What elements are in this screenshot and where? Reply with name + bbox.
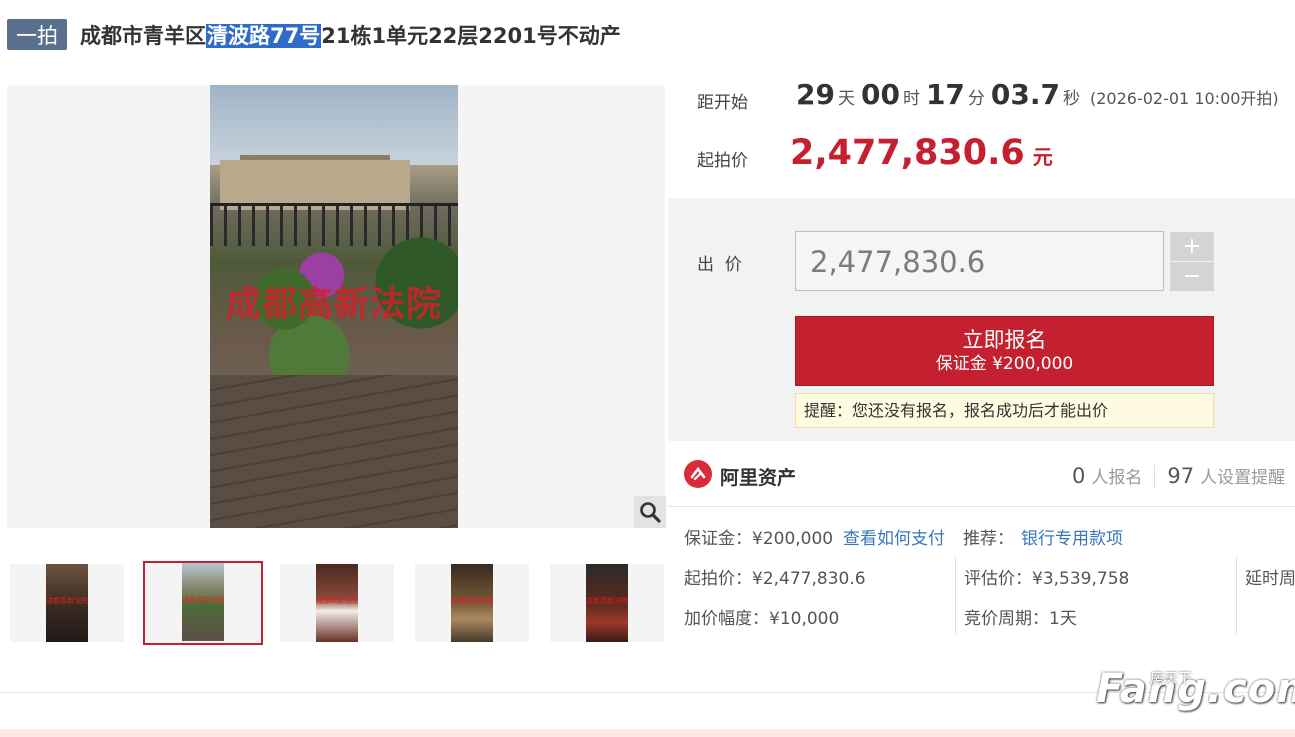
seconds-unit: 秒	[1063, 89, 1080, 109]
thumbnail-watermark: 成都高新法院	[182, 596, 224, 604]
title-prefix: 成都市青羊区	[80, 24, 206, 48]
signup-button[interactable]: 立即报名 保证金 ¥200,000	[795, 316, 1214, 386]
delay-period-label: 延时周	[1245, 569, 1295, 589]
detail-divider	[1236, 556, 1237, 634]
thumbnail-4[interactable]: 成都高新法院	[415, 564, 529, 642]
recommend-link[interactable]: 银行专用款项	[1021, 524, 1123, 549]
countdown-days: 29	[796, 78, 835, 111]
deposit-label: 保证金：	[684, 529, 752, 549]
minutes-unit: 分	[967, 89, 985, 109]
hours-unit: 时	[902, 89, 920, 109]
organizer-name[interactable]: 阿里资产	[720, 463, 796, 490]
start-price-amount: 2,477,830.6	[790, 133, 1025, 173]
thumbnail-3[interactable]: 成都高新法院	[280, 564, 394, 642]
start-price-detail: 起拍价：¥2,477,830.6	[684, 564, 866, 589]
signup-reminder-tip: 提醒：您还没有报名，报名成功后才能出价	[795, 393, 1214, 428]
deposit-value: ¥200,000	[752, 529, 834, 549]
bid-amount-input[interactable]: 2,477,830.6	[795, 231, 1164, 291]
thumbnail-watermark: 成都高新法院	[586, 597, 628, 605]
start-time-note: (2026-02-01 10:00开拍)	[1090, 89, 1279, 108]
bidding-period-value: 1天	[1049, 609, 1077, 629]
deposit-detail: 保证金：¥200,000	[684, 524, 833, 549]
countdown-label: 距开始	[697, 93, 748, 113]
fang-watermark-logo: Fang.com	[1096, 666, 1295, 712]
countdown-hours: 00	[860, 78, 900, 111]
days-unit: 天	[837, 89, 855, 109]
footer-band	[0, 729, 1295, 737]
ali-assets-logo-icon	[684, 460, 712, 488]
bidding-period-label: 竞价周期：	[964, 609, 1049, 629]
photo-watermark: 成都高新法院	[225, 285, 442, 325]
signup-count-label: 人报名	[1091, 468, 1143, 488]
start-price-detail-value: ¥2,477,830.6	[752, 569, 866, 589]
bid-label: 出 价	[697, 255, 742, 275]
increment-detail: 加价幅度：¥10,000	[684, 604, 839, 629]
how-to-pay-link[interactable]: 查看如何支付	[843, 524, 945, 549]
signup-count: 0	[1072, 464, 1086, 488]
thumbnail-2-selected[interactable]: 成都高新法院	[143, 561, 263, 645]
start-price-detail-label: 起拍价：	[684, 569, 752, 589]
countdown-minutes: 17	[925, 78, 965, 111]
page-title: 成都市青羊区清波路77号21栋1单元22层2201号不动产	[80, 20, 621, 52]
title-suffix: 21栋1单元22层2201号不动产	[321, 24, 621, 48]
start-price-unit: 元	[1032, 145, 1053, 169]
zoom-button[interactable]	[634, 496, 666, 528]
title-highlighted-text: 清波路77号	[206, 24, 322, 48]
start-price-label: 起拍价	[697, 151, 748, 171]
evaluation-price-detail: 评估价：¥3,539,758	[964, 564, 1129, 589]
increment-value: ¥10,000	[769, 609, 840, 629]
auction-round-badge: 一拍	[7, 19, 67, 50]
thumbnail-5[interactable]: 成都高新法院	[550, 564, 664, 642]
remind-count: 97	[1167, 464, 1195, 488]
evaluation-label: 评估价：	[964, 569, 1032, 589]
decrease-bid-button[interactable]: −	[1170, 262, 1214, 291]
interest-counts: 0 人报名 97 人设置提醒	[1072, 463, 1285, 489]
bidding-period-detail: 竞价周期：1天	[964, 604, 1077, 629]
remind-count-label: 人设置提醒	[1200, 468, 1286, 488]
thumbnail-1[interactable]: 成都高新法院	[10, 564, 124, 642]
thumbnail-watermark: 成都高新法院	[451, 597, 493, 605]
increment-label: 加价幅度：	[684, 609, 769, 629]
start-price-value: 2,477,830.6 元	[790, 133, 1053, 173]
increase-bid-button[interactable]: +	[1170, 232, 1214, 261]
zoom-in-icon	[640, 502, 661, 523]
countdown-timer: 29 天 00 时 17 分 03.7 秒 (2026-02-01 10:00开拍)	[796, 78, 1279, 111]
thumbnail-watermark: 成都高新法院	[316, 597, 358, 605]
thumbnail-watermark: 成都高新法院	[46, 597, 88, 605]
fang-watermark-cn: 房天下	[1150, 671, 1192, 687]
recommend-label: 推荐：	[963, 529, 1014, 549]
signup-button-label: 立即报名	[962, 328, 1047, 352]
logo-mark-icon	[690, 466, 706, 481]
signup-deposit-label: 保证金 ¥200,000	[935, 354, 1074, 374]
countdown-seconds: 03.7	[990, 78, 1060, 111]
evaluation-value: ¥3,539,758	[1032, 569, 1130, 589]
detail-divider	[955, 556, 956, 634]
